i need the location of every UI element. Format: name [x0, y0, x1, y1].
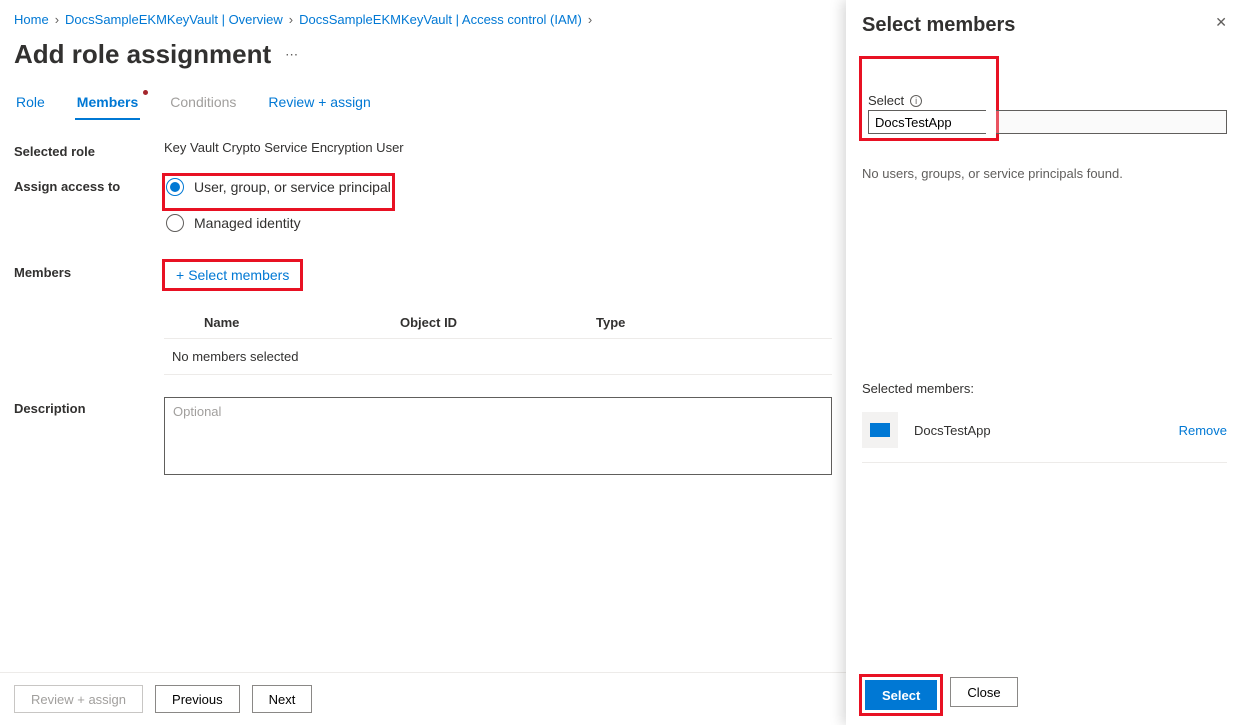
panel-footer: Select Close: [862, 677, 1227, 713]
close-icon[interactable]: ✕: [1215, 14, 1227, 31]
description-input[interactable]: [164, 397, 832, 475]
breadcrumb-overview[interactable]: DocsSampleEKMKeyVault | Overview: [65, 12, 283, 27]
tab-members[interactable]: Members: [75, 90, 140, 120]
members-table-header: Name Object ID Type: [164, 307, 832, 339]
members-table: Name Object ID Type No members selected: [164, 307, 832, 375]
selected-members-title: Selected members:: [862, 381, 1227, 396]
members-empty-text: No members selected: [164, 339, 832, 374]
next-button[interactable]: Next: [252, 685, 313, 713]
description-label: Description: [14, 397, 164, 416]
breadcrumb-iam[interactable]: DocsSampleEKMKeyVault | Access control (…: [299, 12, 582, 27]
info-icon[interactable]: i: [910, 95, 922, 107]
select-members-panel: Select members ✕ Select i No users, grou…: [846, 0, 1243, 725]
select-members-label: Select members: [188, 267, 289, 283]
tab-role[interactable]: Role: [14, 90, 47, 120]
plus-icon: +: [176, 267, 184, 283]
radio-managed-label: Managed identity: [194, 215, 301, 231]
col-object-id: Object ID: [400, 315, 596, 330]
row-description: Description: [14, 397, 832, 478]
review-assign-button: Review + assign: [14, 685, 143, 713]
row-selected-role: Selected role Key Vault Crypto Service E…: [14, 140, 832, 159]
panel-select-label-row: Select i: [868, 93, 990, 108]
search-input[interactable]: [868, 110, 986, 134]
selected-role-value: Key Vault Crypto Service Encryption User: [164, 140, 832, 155]
row-assign-access: Assign access to User, group, or service…: [14, 175, 832, 245]
tab-conditions: Conditions: [168, 90, 238, 120]
previous-button[interactable]: Previous: [155, 685, 240, 713]
panel-title: Select members: [862, 14, 1015, 37]
chevron-right-icon: ›: [289, 12, 293, 27]
radio-unselected-icon: [166, 214, 184, 232]
col-name: Name: [204, 315, 400, 330]
panel-header: Select members ✕: [862, 14, 1227, 37]
members-label: Members: [14, 261, 164, 280]
close-button[interactable]: Close: [950, 677, 1017, 707]
remove-member-button[interactable]: Remove: [1179, 423, 1227, 438]
page-header: Add role assignment ⋯: [14, 33, 832, 90]
search-input-ext[interactable]: [996, 110, 1227, 134]
breadcrumb: Home › DocsSampleEKMKeyVault | Overview …: [14, 10, 832, 33]
select-button[interactable]: Select: [865, 680, 937, 710]
selected-member-row: DocsTestApp Remove: [862, 402, 1227, 463]
radio-managed-identity[interactable]: Managed identity: [164, 211, 832, 235]
breadcrumb-home[interactable]: Home: [14, 12, 49, 27]
main-area: Home › DocsSampleEKMKeyVault | Overview …: [0, 0, 846, 725]
footer: Review + assign Previous Next: [0, 672, 846, 725]
chevron-right-icon: ›: [55, 12, 59, 27]
radio-user-label: User, group, or service principal: [194, 179, 391, 195]
required-dot-icon: [143, 90, 148, 95]
selected-members-section: Selected members: DocsTestApp Remove: [862, 381, 1227, 463]
app-icon: [862, 412, 898, 448]
select-members-button[interactable]: + Select members: [172, 265, 293, 285]
radio-selected-icon: [166, 178, 184, 196]
selected-member-name: DocsTestApp: [914, 423, 991, 438]
tab-review[interactable]: Review + assign: [266, 90, 372, 120]
col-type: Type: [596, 315, 792, 330]
page-title: Add role assignment: [14, 39, 271, 70]
radio-user-group-sp[interactable]: User, group, or service principal: [164, 175, 393, 199]
tabs: Role Members Conditions Review + assign: [14, 90, 832, 120]
chevron-right-icon: ›: [588, 12, 592, 27]
more-actions-icon[interactable]: ⋯: [285, 47, 298, 63]
tab-members-label: Members: [77, 94, 138, 110]
assign-access-label: Assign access to: [14, 175, 164, 194]
panel-select-label: Select: [868, 93, 904, 108]
row-members: Members + Select members: [14, 261, 832, 289]
no-results-text: No users, groups, or service principals …: [862, 166, 1227, 181]
selected-role-label: Selected role: [14, 140, 164, 159]
